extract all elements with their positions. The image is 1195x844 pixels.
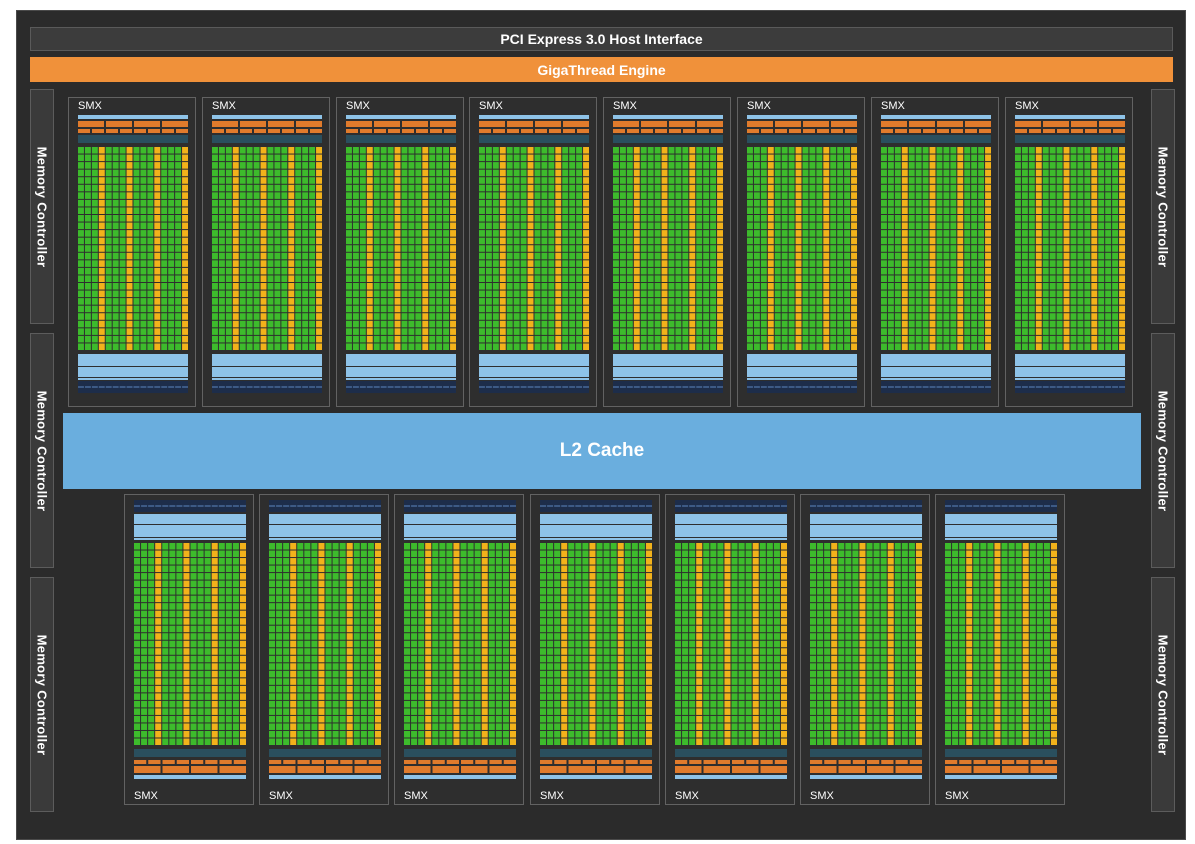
smx-internals bbox=[404, 500, 516, 779]
memory-controller-left-3: Memory Controller bbox=[30, 577, 54, 812]
l2-cache: L2 Cache bbox=[63, 413, 1141, 489]
smx-label: SMX bbox=[540, 790, 564, 802]
smx-internals bbox=[540, 500, 652, 779]
smx-label: SMX bbox=[479, 100, 503, 112]
smx-top-4: SMX bbox=[469, 97, 597, 407]
smx-label: SMX bbox=[945, 790, 969, 802]
smx-internals bbox=[78, 115, 188, 393]
smx-bottom-7: SMX bbox=[935, 494, 1065, 805]
smx-top-5: SMX bbox=[603, 97, 731, 407]
memory-controller-left-1: Memory Controller bbox=[30, 89, 54, 324]
l2-cache-label: L2 Cache bbox=[559, 440, 645, 461]
smx-top-2: SMX bbox=[202, 97, 330, 407]
smx-label: SMX bbox=[404, 790, 428, 802]
smx-label: SMX bbox=[747, 100, 771, 112]
pcie-host-interface: PCI Express 3.0 Host Interface bbox=[30, 27, 1173, 51]
smx-internals bbox=[613, 115, 723, 393]
smx-internals bbox=[346, 115, 456, 393]
smx-internals bbox=[881, 115, 991, 393]
smx-label: SMX bbox=[810, 790, 834, 802]
smx-internals bbox=[479, 115, 589, 393]
memory-controller-label: Memory Controller bbox=[1155, 390, 1171, 511]
memory-controller-right-1: Memory Controller bbox=[1151, 89, 1175, 324]
memory-controller-label: Memory Controller bbox=[1155, 146, 1171, 267]
smx-top-6: SMX bbox=[737, 97, 865, 407]
smx-label: SMX bbox=[613, 100, 637, 112]
smx-label: SMX bbox=[78, 100, 102, 112]
smx-label: SMX bbox=[881, 100, 905, 112]
smx-label: SMX bbox=[675, 790, 699, 802]
smx-internals bbox=[675, 500, 787, 779]
smx-label: SMX bbox=[212, 100, 236, 112]
gigathread-engine: GigaThread Engine bbox=[30, 57, 1173, 82]
smx-internals bbox=[212, 115, 322, 393]
smx-bottom-5: SMX bbox=[665, 494, 795, 805]
pcie-label: PCI Express 3.0 Host Interface bbox=[500, 31, 703, 47]
smx-bottom-3: SMX bbox=[394, 494, 524, 805]
gigathread-label: GigaThread Engine bbox=[537, 61, 666, 78]
smx-internals bbox=[945, 500, 1057, 779]
smx-bottom-6: SMX bbox=[800, 494, 930, 805]
memory-controller-left-2: Memory Controller bbox=[30, 333, 54, 568]
memory-controller-right-3: Memory Controller bbox=[1151, 577, 1175, 812]
smx-label: SMX bbox=[1015, 100, 1039, 112]
smx-label: SMX bbox=[134, 790, 158, 802]
smx-label: SMX bbox=[269, 790, 293, 802]
memory-controller-right-2: Memory Controller bbox=[1151, 333, 1175, 568]
memory-controller-label: Memory Controller bbox=[34, 634, 50, 755]
smx-internals bbox=[269, 500, 381, 779]
smx-top-3: SMX bbox=[336, 97, 464, 407]
memory-controller-label: Memory Controller bbox=[34, 390, 50, 511]
smx-bottom-1: SMX bbox=[124, 494, 254, 805]
smx-internals bbox=[747, 115, 857, 393]
smx-internals bbox=[810, 500, 922, 779]
memory-controller-label: Memory Controller bbox=[34, 146, 50, 267]
smx-bottom-4: SMX bbox=[530, 494, 660, 805]
smx-label: SMX bbox=[346, 100, 370, 112]
smx-top-1: SMX bbox=[68, 97, 196, 407]
smx-bottom-2: SMX bbox=[259, 494, 389, 805]
memory-controller-label: Memory Controller bbox=[1155, 634, 1171, 755]
smx-internals bbox=[1015, 115, 1125, 393]
smx-internals bbox=[134, 500, 246, 779]
smx-top-7: SMX bbox=[871, 97, 999, 407]
smx-top-8: SMX bbox=[1005, 97, 1133, 407]
